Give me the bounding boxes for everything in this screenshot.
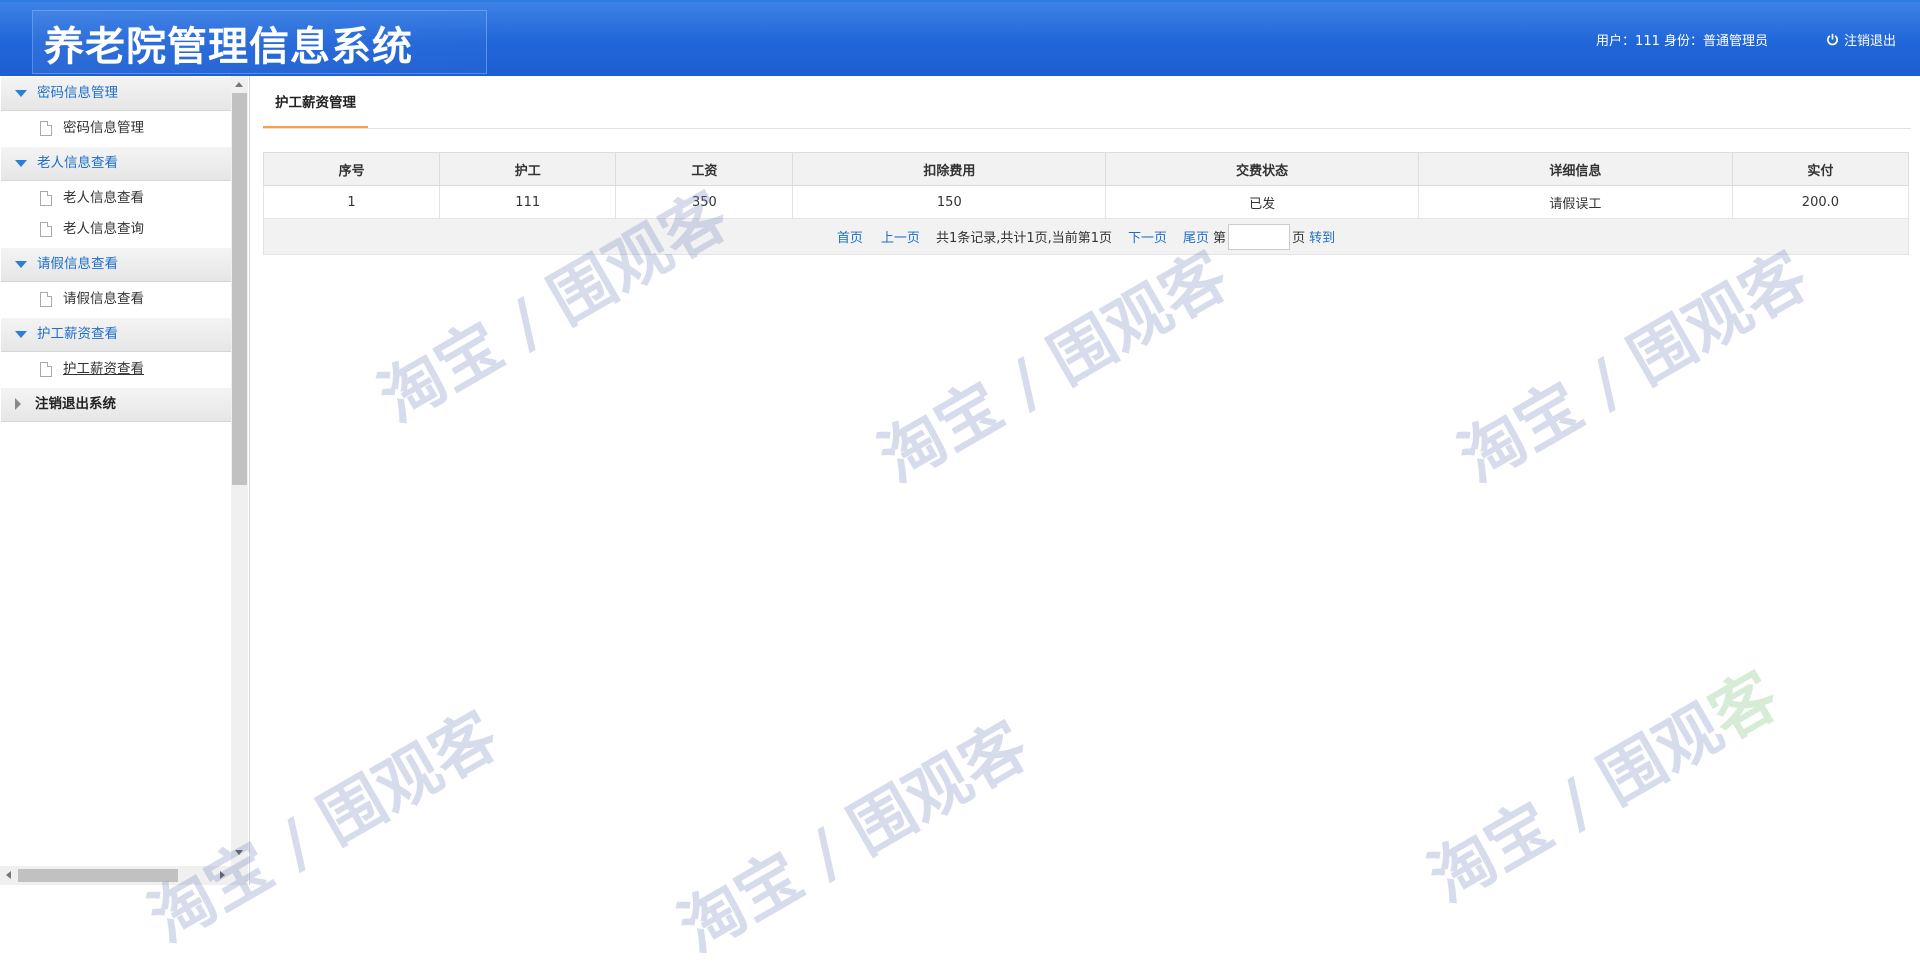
menu-group-label: 注销退出系统 bbox=[35, 396, 116, 412]
table-row: 1 111 350 150 已发 请假误工 200.0 bbox=[262, 185, 1910, 219]
scroll-down-icon[interactable] bbox=[235, 850, 243, 855]
sidebar-vertical-scrollbar[interactable] bbox=[231, 76, 248, 885]
menu-group-password[interactable]: 密码信息管理 bbox=[1, 76, 231, 111]
document-icon bbox=[40, 362, 52, 377]
column-header: 扣除费用 bbox=[792, 152, 1107, 186]
scrollbar-thumb[interactable] bbox=[232, 93, 247, 485]
logout-label: 注销退出 bbox=[1843, 34, 1896, 49]
menu-group-salary[interactable]: 护工薪资查看 bbox=[1, 317, 231, 352]
caret-down-icon bbox=[15, 260, 27, 268]
column-header: 工资 bbox=[615, 152, 794, 186]
table-cell: 200.0 bbox=[1731, 185, 1910, 219]
page-suffix: 页 bbox=[1292, 231, 1306, 246]
sidebar-item-label: 护工薪资查看 bbox=[63, 361, 144, 377]
table-cell: 350 bbox=[615, 185, 794, 219]
pager-cell: 首页 上一页 共1条记录,共计1页,当前第1页 下一页 尾页 第 页 转到 bbox=[263, 218, 1909, 255]
sidebar-item-elderly-query[interactable]: 老人信息查询 bbox=[1, 214, 231, 245]
main-content: 护工薪资管理 序号 护工 工资 扣除费用 交费状态 详细信息 实付 1 111 … bbox=[251, 76, 1915, 885]
table-cell: 已发 bbox=[1105, 185, 1420, 219]
page-number-input[interactable] bbox=[1228, 223, 1291, 250]
tab-salary-manage[interactable]: 护工薪资管理 bbox=[263, 90, 368, 128]
sidebar: 密码信息管理 密码信息管理 老人信息查看 老人信息查看 老人信息查询 请假信息查… bbox=[0, 76, 250, 885]
logout-button[interactable]: 注销退出 bbox=[1826, 30, 1896, 49]
page-prefix: 第 bbox=[1213, 231, 1227, 246]
tab-bar: 护工薪资管理 bbox=[263, 90, 1911, 129]
scroll-right-icon[interactable] bbox=[220, 871, 225, 879]
caret-right-icon bbox=[15, 398, 21, 410]
table-cell: 150 bbox=[792, 185, 1107, 219]
column-header: 交费状态 bbox=[1105, 152, 1420, 186]
prev-page-link[interactable]: 上一页 bbox=[881, 227, 920, 246]
app-header: 养老院管理信息系统 用户：111 身份：普通管理员 注销退出 bbox=[0, 0, 1920, 76]
document-icon bbox=[40, 121, 52, 136]
column-header: 护工 bbox=[439, 152, 617, 186]
salary-table: 序号 护工 工资 扣除费用 交费状态 详细信息 实付 1 111 350 150… bbox=[262, 152, 1910, 255]
first-page-link[interactable]: 首页 bbox=[837, 227, 863, 246]
document-icon bbox=[40, 292, 52, 307]
caret-down-icon bbox=[15, 89, 27, 97]
sidebar-menu: 密码信息管理 密码信息管理 老人信息查看 老人信息查看 老人信息查询 请假信息查… bbox=[1, 76, 231, 422]
menu-group-leave[interactable]: 请假信息查看 bbox=[1, 247, 231, 282]
menu-group-label: 密码信息管理 bbox=[37, 85, 118, 101]
document-icon bbox=[40, 222, 52, 237]
power-icon bbox=[1826, 33, 1839, 46]
user-info: 用户：111 身份：普通管理员 bbox=[1596, 34, 1768, 49]
app-title: 养老院管理信息系统 bbox=[44, 24, 413, 70]
menu-group-label: 老人信息查看 bbox=[37, 155, 118, 171]
sidebar-item-label: 请假信息查看 bbox=[63, 291, 144, 307]
sidebar-item-label: 老人信息查询 bbox=[63, 221, 144, 237]
sidebar-item-label: 密码信息管理 bbox=[63, 120, 144, 136]
sidebar-horizontal-scrollbar[interactable] bbox=[0, 866, 231, 885]
table-cell: 1 bbox=[262, 185, 441, 219]
sidebar-item-leave-view[interactable]: 请假信息查看 bbox=[1, 284, 231, 315]
scroll-left-icon[interactable] bbox=[6, 871, 11, 879]
caret-down-icon bbox=[15, 330, 27, 338]
column-header: 序号 bbox=[262, 152, 441, 186]
caret-down-icon bbox=[15, 159, 27, 167]
pager: 首页 上一页 共1条记录,共计1页,当前第1页 下一页 尾页 第 页 转到 bbox=[837, 223, 1335, 250]
menu-group-logout[interactable]: 注销退出系统 bbox=[1, 387, 231, 422]
pager-row: 首页 上一页 共1条记录,共计1页,当前第1页 下一页 尾页 第 页 转到 bbox=[263, 218, 1909, 255]
document-icon bbox=[40, 191, 52, 206]
pager-summary: 共1条记录,共计1页,当前第1页 bbox=[935, 231, 1113, 246]
table-cell: 111 bbox=[439, 185, 617, 219]
next-page-link[interactable]: 下一页 bbox=[1128, 227, 1167, 246]
last-page-link[interactable]: 尾页 bbox=[1183, 227, 1209, 246]
go-to-page-link[interactable]: 转到 bbox=[1309, 227, 1335, 246]
column-header: 实付 bbox=[1731, 152, 1910, 186]
menu-group-elderly[interactable]: 老人信息查看 bbox=[1, 146, 231, 181]
table-cell: 请假误工 bbox=[1418, 185, 1733, 219]
sidebar-item-elderly-view[interactable]: 老人信息查看 bbox=[1, 183, 231, 214]
menu-group-label: 请假信息查看 bbox=[37, 256, 118, 272]
column-header: 详细信息 bbox=[1418, 152, 1733, 186]
scrollbar-thumb[interactable] bbox=[18, 869, 178, 882]
table-header-row: 序号 护工 工资 扣除费用 交费状态 详细信息 实付 bbox=[262, 152, 1910, 186]
scroll-up-icon[interactable] bbox=[235, 82, 243, 87]
sidebar-item-password-manage[interactable]: 密码信息管理 bbox=[1, 113, 231, 144]
sidebar-item-label: 老人信息查看 bbox=[63, 190, 144, 206]
menu-group-label: 护工薪资查看 bbox=[37, 326, 118, 342]
sidebar-item-salary-view[interactable]: 护工薪资查看 bbox=[1, 354, 231, 385]
